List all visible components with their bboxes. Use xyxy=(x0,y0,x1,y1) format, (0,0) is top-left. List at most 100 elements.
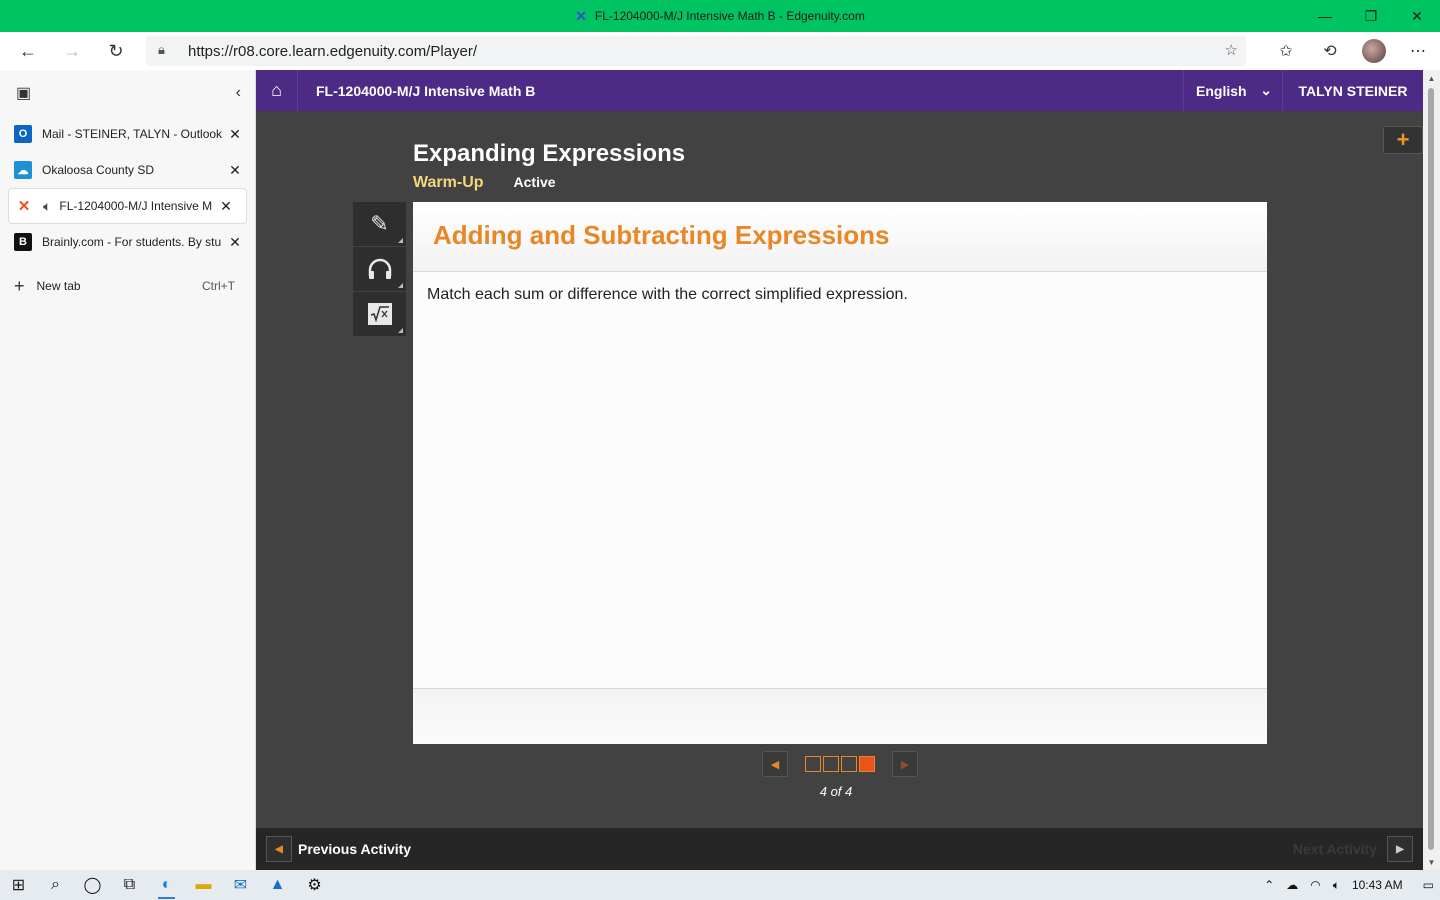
edgenuity-icon: ✕ xyxy=(17,198,31,215)
activity-status: Active xyxy=(513,174,556,190)
page-indicator-current[interactable] xyxy=(859,756,875,772)
page-navigator: ◀ ▶ xyxy=(762,751,918,777)
activity-type: Warm-Up xyxy=(413,174,484,191)
tab-actions-icon[interactable]: ▣ xyxy=(16,83,31,103)
window-controls: — ❐ ✕ xyxy=(1302,0,1440,32)
wifi-icon[interactable]: ◠ xyxy=(1310,878,1320,892)
sidebar-tab[interactable]: O Mail - STEINER, TALYN - Outlook ✕ xyxy=(0,116,255,152)
page-indicator[interactable] xyxy=(841,756,857,772)
sidebar-tab[interactable]: ☁ Okaloosa County SD ✕ xyxy=(0,152,255,188)
window-title-bar: ✕ FL-1204000-M/J Intensive Math B - Edge… xyxy=(0,0,1440,32)
sidebar-tab[interactable]: ✕ 🔈︎ FL-1204000-M/J Intensive M ✕ xyxy=(8,188,247,224)
scroll-thumb[interactable] xyxy=(1428,88,1434,850)
settings-icon[interactable]: ⚙ xyxy=(296,870,333,900)
headphones-icon[interactable] xyxy=(353,247,406,292)
expand-plus-button[interactable]: + xyxy=(1383,126,1423,154)
browser-actions: ✩ ⟲ ⋯ xyxy=(1264,32,1440,70)
lesson-title: Expanding Expressions xyxy=(413,140,686,167)
sidebar-tab[interactable]: B Brainly.com - For students. By stu ✕ xyxy=(0,224,255,260)
add-favorite-icon[interactable]: ☆ xyxy=(1225,41,1238,59)
clock[interactable]: 10:43 AM xyxy=(1352,878,1403,892)
tray-overflow-icon[interactable]: ⌃ xyxy=(1264,878,1274,892)
windows-taskbar: ⊞ ⌕ ◯ ⧉ ◐ ▬ ✉ ▲ ⚙ ⌃ ☁ ◠ 🔈︎ 10:43 AM ▭ xyxy=(0,870,1440,900)
home-icon[interactable]: ⌂ xyxy=(256,70,298,111)
headphones-svg xyxy=(368,258,391,279)
tab-list: O Mail - STEINER, TALYN - Outlook ✕ ☁ Okaloo… xyxy=(0,116,255,260)
search-icon[interactable]: ⌕ xyxy=(37,870,74,900)
history-icon[interactable]: ⟲ xyxy=(1308,32,1352,70)
page-count: 4 of 4 xyxy=(819,784,853,799)
refresh-button[interactable]: ↻ xyxy=(94,32,138,70)
caret-left-icon: ◀ xyxy=(266,836,292,862)
close-tab-icon[interactable]: ✕ xyxy=(225,162,245,179)
onedrive-icon[interactable]: ☁ xyxy=(1286,878,1298,892)
browser-toolbar: ← → ↻ 🔒︎ https://r08.core.learn.edgenuit… xyxy=(0,32,1440,70)
url-text: https://r08.core.learn.edgenuity.com/Pla… xyxy=(188,42,478,60)
more-menu-icon[interactable]: ⋯ xyxy=(1396,32,1440,70)
task-view-icon[interactable]: ⧉ xyxy=(111,870,148,900)
user-name[interactable]: TALYN STEINER xyxy=(1283,83,1423,99)
close-tab-icon[interactable]: ✕ xyxy=(216,198,236,215)
forward-button[interactable]: → xyxy=(50,32,94,70)
lock-icon: 🔒︎ xyxy=(158,42,165,57)
mail-icon[interactable]: ✉ xyxy=(222,870,259,900)
page-scrollbar[interactable]: ▲ ▼ xyxy=(1423,70,1440,870)
photos-icon[interactable]: ▲ xyxy=(259,870,296,900)
profile-avatar[interactable] xyxy=(1362,39,1386,63)
volume-icon[interactable]: 🔈︎ xyxy=(1333,878,1340,893)
math-tools-icon[interactable] xyxy=(353,292,406,337)
chevron-down-icon: ⌄ xyxy=(1260,82,1272,98)
pencil-tool-icon[interactable]: ✎ xyxy=(353,202,406,247)
previous-activity-label: Previous Activity xyxy=(298,841,412,857)
notifications-icon[interactable]: ▭ xyxy=(1423,878,1434,892)
speaker-icon[interactable]: 🔈︎ xyxy=(43,198,51,215)
outlook-icon: O xyxy=(14,125,32,143)
content-card: Adding and Subtracting Expressions Match… xyxy=(413,202,1267,744)
card-header: Adding and Subtracting Expressions xyxy=(413,202,1267,272)
window-title: ✕ FL-1204000-M/J Intensive Math B - Edge… xyxy=(575,8,865,25)
next-activity-button[interactable]: Next Activity ▶ xyxy=(1293,836,1413,862)
card-body: Match each sum or difference with the co… xyxy=(413,272,1267,318)
close-button[interactable]: ✕ xyxy=(1394,0,1440,32)
page-indicator[interactable] xyxy=(823,756,839,772)
file-explorer-icon[interactable]: ▬ xyxy=(185,870,222,900)
lesson-subheader: Warm-Up Active xyxy=(413,174,556,192)
scroll-up-icon[interactable]: ▲ xyxy=(1423,70,1440,86)
vertical-tabs-sidebar: ▣ ‹ O Mail - STEINER, TALYN - Outlook ✕ ☁ Ok… xyxy=(0,70,256,870)
page-indicator[interactable] xyxy=(805,756,821,772)
next-activity-label: Next Activity xyxy=(1292,841,1377,857)
scroll-down-icon[interactable]: ▼ xyxy=(1423,854,1440,870)
next-page-button[interactable]: ▶ xyxy=(892,751,918,777)
start-icon[interactable]: ⊞ xyxy=(0,870,37,900)
cloud-icon: ☁ xyxy=(14,161,32,179)
previous-activity-button[interactable]: ◀ Previous Activity xyxy=(266,836,411,862)
window-title-text: FL-1204000-M/J Intensive Math B - Edgenu… xyxy=(594,9,865,23)
favorites-icon[interactable]: ✩ xyxy=(1264,32,1308,70)
course-title: FL-1204000-M/J Intensive Math B xyxy=(316,82,536,99)
sidebar-tab-label: Brainly.com - For students. By stu xyxy=(42,235,222,249)
close-tab-icon[interactable]: ✕ xyxy=(225,126,245,143)
minimize-button[interactable]: — xyxy=(1302,0,1348,32)
collapse-sidebar-icon[interactable]: ‹ xyxy=(236,84,241,102)
prev-page-button[interactable]: ◀ xyxy=(762,751,788,777)
plus-icon: + xyxy=(14,275,25,296)
sidebar-tab-label: FL-1204000-M/J Intensive M xyxy=(59,199,213,213)
back-button[interactable]: ← xyxy=(6,32,50,70)
instruction-text: Match each sum or difference with the co… xyxy=(427,286,908,303)
sidebar-tab-label: Okaloosa County SD xyxy=(42,163,155,177)
sidebar-tab-label: Mail - STEINER, TALYN - Outlook xyxy=(42,127,223,141)
new-tab-label: New tab xyxy=(36,279,81,293)
close-tab-icon[interactable]: ✕ xyxy=(225,234,245,251)
new-tab-shortcut: Ctrl+T xyxy=(202,279,235,293)
edge-icon[interactable]: ◐ xyxy=(148,870,185,900)
language-select[interactable]: English ⌄ xyxy=(1183,70,1283,111)
system-tray: ⌃ ☁ ◠ 🔈︎ 10:43 AM ▭ xyxy=(1258,870,1440,900)
restore-button[interactable]: ❐ xyxy=(1348,0,1394,32)
edgenuity-logo-icon: ✕ xyxy=(575,7,587,24)
page-count-wrap: 4 of 4 xyxy=(256,784,1423,799)
brainly-icon: B xyxy=(14,233,32,251)
card-title: Adding and Subtracting Expressions xyxy=(433,220,890,250)
cortana-icon[interactable]: ◯ xyxy=(74,870,111,900)
address-bar[interactable]: 🔒︎ https://r08.core.learn.edgenuity.com/… xyxy=(146,36,1246,66)
new-tab-button[interactable]: + New tab Ctrl+T xyxy=(0,266,255,306)
